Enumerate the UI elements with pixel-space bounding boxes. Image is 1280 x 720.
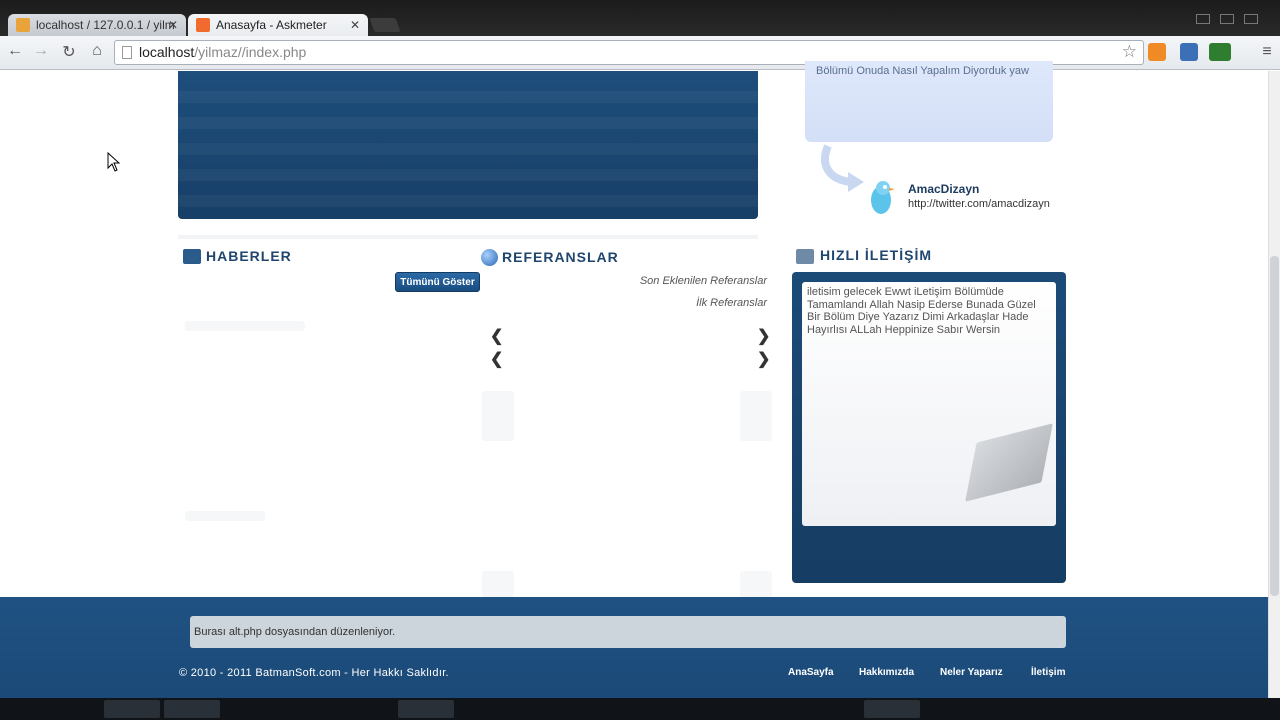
taskbar-item[interactable] (864, 700, 920, 718)
phpmyadmin-favicon-icon (16, 18, 30, 32)
globe-icon (481, 249, 498, 266)
minimize-icon[interactable] (1196, 14, 1210, 24)
web-page: Bölümü Onuda Nasıl Yapalım Diyorduk yaw … (0, 61, 1280, 720)
footer-link-anasayfa[interactable]: AnaSayfa (788, 667, 834, 678)
close-tab-icon[interactable]: ✕ (168, 14, 178, 36)
reload-icon[interactable]: ↻ (58, 42, 80, 62)
ilk-referanslar-link[interactable]: İlk Referanslar (696, 297, 767, 309)
maximize-icon[interactable] (1220, 14, 1234, 24)
bw-extension-icon[interactable] (1209, 43, 1231, 61)
page-scrollbar[interactable] (1268, 71, 1280, 720)
tweet-text: Bölümü Onuda Nasıl Yapalım Diyorduk yaw (816, 65, 1029, 77)
header-banner (178, 71, 758, 219)
reference-thumb (482, 571, 514, 597)
scrollbar-thumb[interactable] (1270, 256, 1279, 596)
next-arrow-icon[interactable]: ❯ (757, 326, 770, 346)
footer-link-neler-yapariz[interactable]: Neler Yaparız (940, 667, 1003, 678)
page-icon (122, 46, 132, 59)
tab-anasayfa[interactable]: Anasayfa - Askmeter ✕ (188, 14, 368, 36)
browser-titlebar: localhost / 127.0.0.1 / yilm ✕ Anasayfa … (0, 0, 1280, 36)
home-icon[interactable]: ⌂ (86, 42, 108, 60)
curved-arrow-icon (821, 144, 864, 192)
tab-phpmyadmin[interactable]: localhost / 127.0.0.1 / yilm ✕ (8, 14, 186, 36)
prev-arrow-icon[interactable]: ❮ (490, 326, 503, 346)
contact-folder-icon (796, 249, 814, 264)
divider (178, 235, 758, 239)
news-placeholder (185, 321, 305, 331)
next-arrow-icon[interactable]: ❯ (757, 349, 770, 369)
contact-text: iletisim gelecek Ewwt iLetişim Bölümüde … (807, 286, 1036, 336)
close-tab-icon[interactable]: ✕ (350, 14, 360, 36)
reference-thumb (740, 571, 772, 597)
copyright-text: © 2010 - 2011 BatmanSoft.com - Her Hakkı… (179, 667, 449, 679)
twitter-bird-icon (871, 181, 895, 214)
menu-icon[interactable]: ≡ (1258, 43, 1276, 61)
url-text: localhost/yilmaz//index.php (139, 44, 307, 60)
back-icon[interactable]: ← (4, 42, 26, 60)
son-eklenilen-referanslar-link[interactable]: Son Eklenilen Referanslar (640, 275, 767, 287)
tweet-bubble: Bölümü Onuda Nasıl Yapalım Diyorduk yaw (805, 61, 1053, 142)
haberler-title: HABERLER (206, 248, 292, 264)
tab-title: localhost / 127.0.0.1 / yilm (36, 18, 175, 32)
tumunu-goster-button[interactable]: Tümünü Göster (395, 272, 480, 292)
close-window-icon[interactable] (1244, 14, 1258, 24)
hizli-iletisim-title: HIZLI İLETİŞİM (820, 247, 932, 263)
contact-text-box: iletisim gelecek Ewwt iLetişim Bölümüde … (802, 282, 1056, 526)
footer: Burası alt.php dosyasından düzenleniyor.… (0, 597, 1280, 702)
reference-thumb (482, 391, 514, 441)
footer-link-hakkimizda[interactable]: Hakkımızda (859, 667, 914, 678)
extension-icon[interactable] (1180, 43, 1198, 61)
tab-title: Anasayfa - Askmeter (216, 18, 327, 32)
forward-icon[interactable]: → (30, 42, 52, 60)
folder-icon (183, 249, 201, 264)
twitter-url[interactable]: http://twitter.com/amacdizayn (908, 198, 1050, 210)
os-taskbar (0, 698, 1280, 720)
contact-panel: iletisim gelecek Ewwt iLetişim Bölümüde … (792, 272, 1066, 583)
footer-link-iletisim[interactable]: İletişim (1031, 667, 1065, 678)
site-favicon-icon (196, 18, 210, 32)
reference-thumb (740, 391, 772, 441)
news-placeholder (185, 511, 265, 521)
star-icon[interactable]: ☆ (1122, 42, 1137, 62)
paper-decoration (965, 423, 1053, 502)
twitter-name[interactable]: AmacDizayn (908, 182, 979, 196)
taskbar-item[interactable] (104, 700, 160, 718)
new-tab-button[interactable] (369, 18, 401, 32)
taskbar-item[interactable] (398, 700, 454, 718)
rss-icon[interactable] (1148, 43, 1166, 61)
prev-arrow-icon[interactable]: ❮ (490, 349, 503, 369)
referanslar-title: REFERANSLAR (502, 249, 619, 265)
footer-message: Burası alt.php dosyasından düzenleniyor. (190, 616, 1066, 648)
taskbar-item[interactable] (164, 700, 220, 718)
cursor-icon (107, 152, 121, 172)
